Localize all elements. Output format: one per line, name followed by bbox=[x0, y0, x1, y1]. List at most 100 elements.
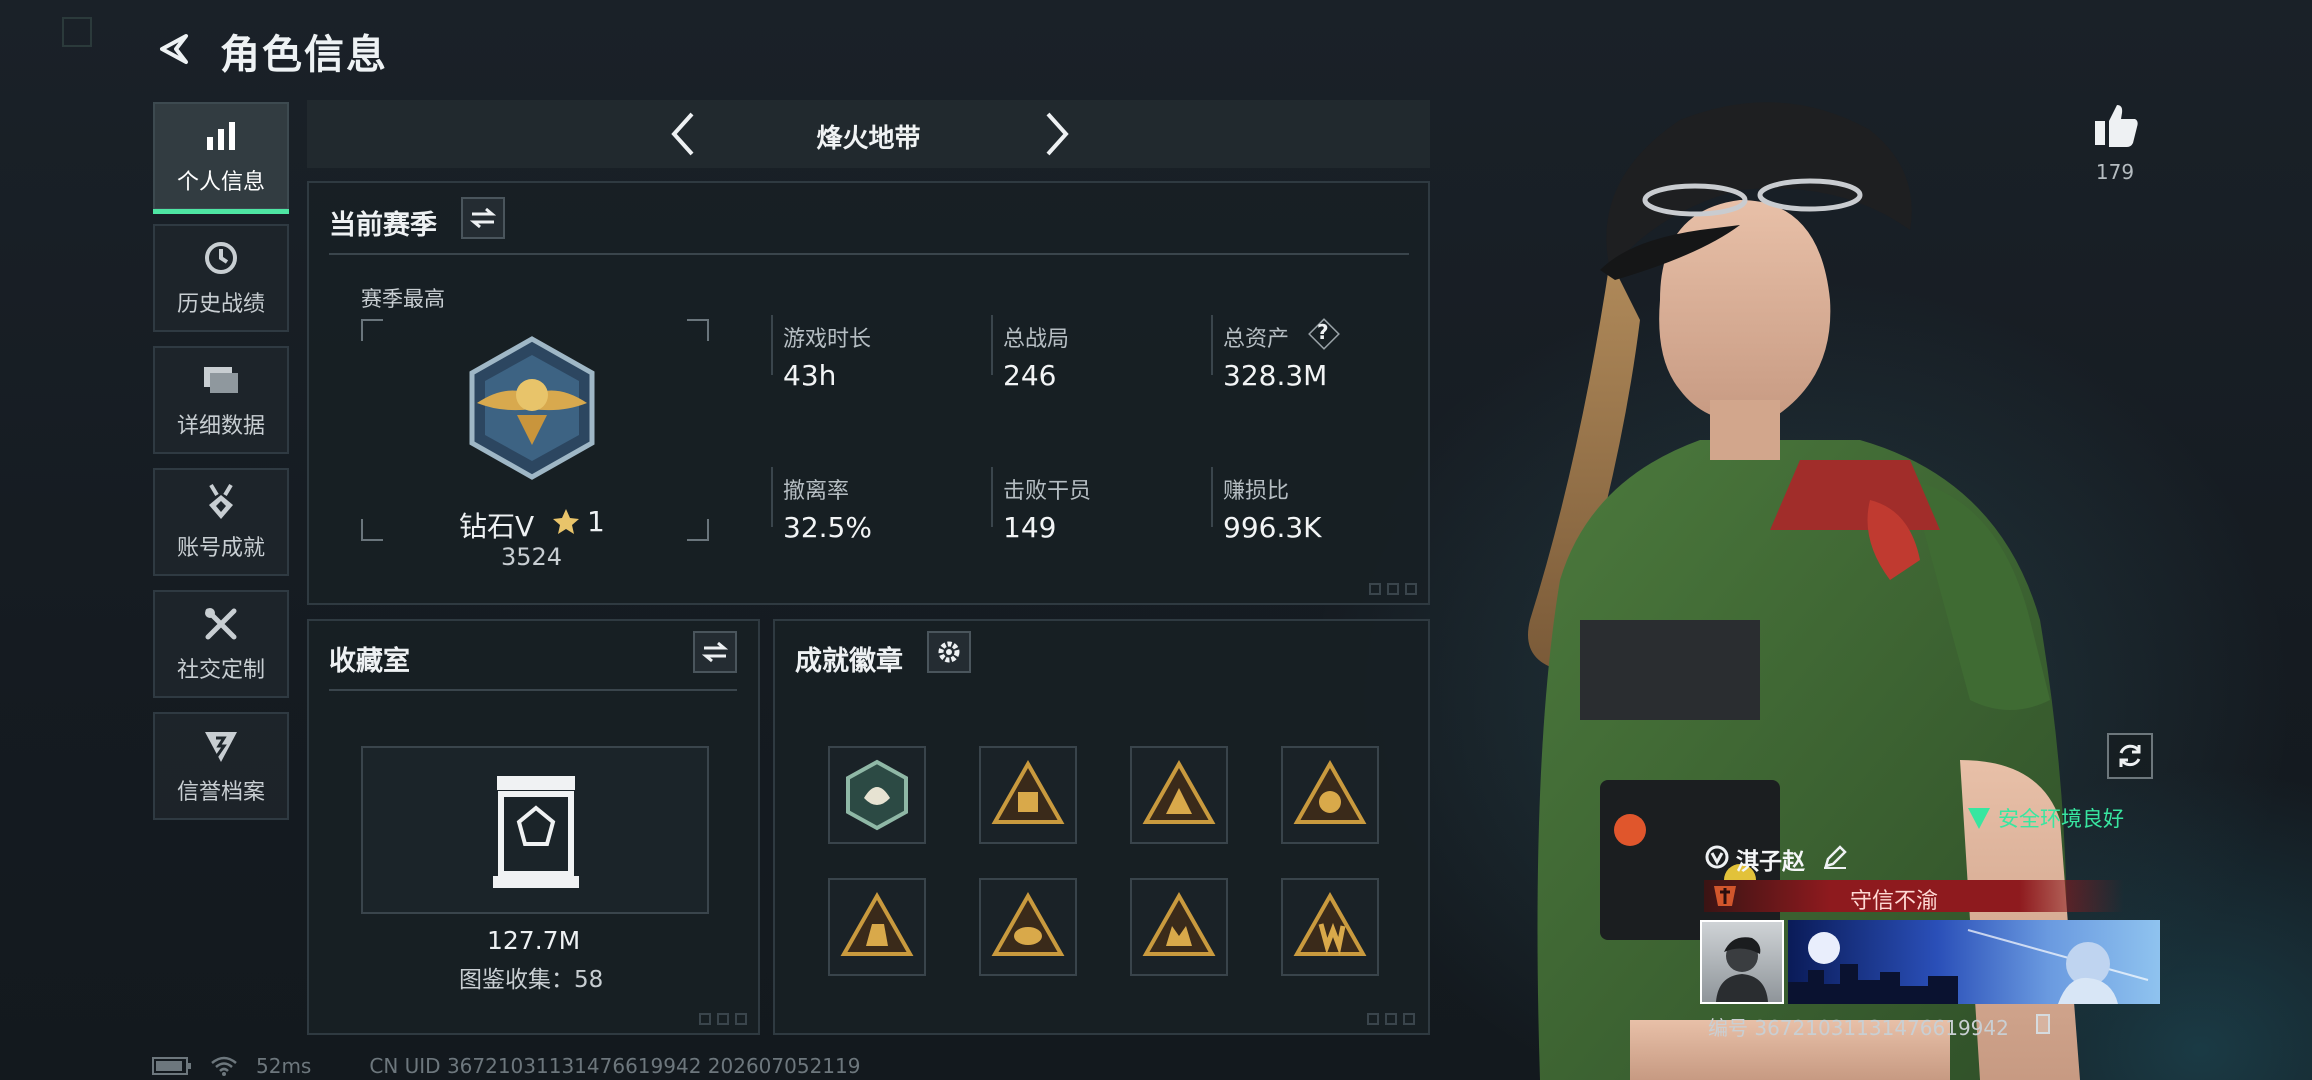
triangle-badge-icon bbox=[840, 891, 914, 956]
sidebar-item-label: 历史战绩 bbox=[176, 292, 265, 317]
season-swap-button[interactable] bbox=[461, 197, 505, 239]
server-uid: CN UID 36721031131476619942 202607052119 bbox=[369, 1054, 861, 1078]
divider bbox=[991, 315, 993, 375]
sidebar-item-label: 个人信息 bbox=[176, 170, 265, 195]
stat-value: 328.3M bbox=[1223, 359, 1328, 392]
divider bbox=[329, 689, 737, 691]
divider bbox=[1211, 467, 1213, 527]
ping-value: 52ms bbox=[256, 1054, 312, 1078]
back-button[interactable] bbox=[152, 26, 198, 72]
divider bbox=[771, 315, 773, 375]
collection-display[interactable] bbox=[361, 746, 709, 914]
wifi-icon bbox=[211, 1056, 237, 1076]
like-button[interactable] bbox=[2086, 96, 2146, 156]
sidebar-item-personal-info[interactable]: 个人信息 bbox=[153, 102, 289, 214]
season-best-label: 赛季最高 bbox=[361, 287, 445, 311]
rank-stars: 1 bbox=[587, 505, 605, 538]
stat-value: 32.5% bbox=[783, 511, 872, 544]
like-count: 179 bbox=[2095, 160, 2135, 184]
season-panel: 当前赛季 赛季最高 钻石V 1 3524 游戏时长 43h 总战局 246 总资… bbox=[307, 181, 1430, 605]
hexagon-badge-icon bbox=[846, 759, 908, 831]
corner-dots bbox=[1367, 1013, 1421, 1025]
edit-icon[interactable] bbox=[1822, 844, 1848, 870]
rotate-icon bbox=[2119, 744, 2141, 767]
triangle-badge-icon bbox=[1142, 891, 1216, 956]
achievement-badge[interactable] bbox=[1130, 878, 1228, 976]
achievement-badge[interactable] bbox=[1130, 746, 1228, 844]
corner-dots bbox=[699, 1013, 753, 1025]
gear-icon bbox=[938, 641, 960, 663]
swap-icon bbox=[470, 207, 496, 229]
frame-corner bbox=[687, 319, 709, 341]
divider bbox=[771, 467, 773, 527]
mode-name: 烽火地带 bbox=[816, 124, 921, 154]
frame-corner bbox=[687, 519, 709, 541]
bar-chart-icon bbox=[201, 116, 241, 156]
divider bbox=[991, 467, 993, 527]
tools-icon bbox=[201, 604, 241, 644]
player-name: 淇子赵 bbox=[1736, 849, 1805, 875]
copy-icon[interactable] bbox=[2036, 1014, 2050, 1034]
rank-emblem bbox=[469, 336, 595, 480]
triangle-badge-icon bbox=[991, 891, 1065, 956]
status-bar: 52ms CN UID 36721031131476619942 2026070… bbox=[152, 1054, 860, 1078]
star-icon bbox=[553, 509, 579, 534]
shield-icon bbox=[201, 726, 241, 766]
sidebar-item-label: 详细数据 bbox=[176, 414, 265, 439]
stat-label: 赚损比 bbox=[1223, 479, 1290, 504]
sidebar-item-label: 信誉档案 bbox=[176, 780, 265, 805]
rank-name: 钻石V bbox=[459, 510, 535, 543]
rotate-model-button[interactable] bbox=[2107, 733, 2153, 779]
triangle-badge-icon bbox=[1293, 759, 1367, 824]
collection-swap-button[interactable] bbox=[693, 631, 737, 673]
achievement-badge[interactable] bbox=[979, 746, 1077, 844]
stat-value: 246 bbox=[1003, 359, 1057, 392]
chevron-right-icon bbox=[1046, 112, 1069, 156]
mode-next-button[interactable] bbox=[1033, 110, 1081, 158]
sidebar-item-history[interactable]: 历史战绩 bbox=[153, 224, 289, 332]
display-case-icon bbox=[493, 776, 579, 888]
collection-count: 图鉴收集：58 bbox=[459, 967, 604, 993]
achievement-badge[interactable] bbox=[828, 746, 926, 844]
back-arrow-icon bbox=[160, 34, 188, 64]
player-id: 编号 36721031131476619942 bbox=[1708, 1016, 2009, 1040]
sidebar-item-social[interactable]: 社交定制 bbox=[153, 590, 289, 698]
achievements-settings-button[interactable] bbox=[927, 631, 971, 673]
clock-icon bbox=[201, 238, 241, 278]
triangle-badge-icon bbox=[991, 759, 1065, 824]
rank-points: 3524 bbox=[501, 543, 563, 571]
player-emblem-icon bbox=[1705, 845, 1729, 869]
achievement-badge[interactable] bbox=[979, 878, 1077, 976]
player-banner[interactable] bbox=[1788, 920, 2160, 1004]
sidebar-item-credit[interactable]: 信誉档案 bbox=[153, 712, 289, 820]
sidebar-item-details[interactable]: 详细数据 bbox=[153, 346, 289, 454]
avatar[interactable] bbox=[1700, 920, 1784, 1004]
stat-label: 游戏时长 bbox=[783, 327, 872, 352]
collection-value: 127.7M bbox=[487, 926, 581, 955]
stat-label: 总资产 bbox=[1223, 327, 1290, 352]
stat-label: 击败干员 bbox=[1003, 479, 1092, 504]
stack-icon bbox=[201, 360, 241, 400]
stat-value: 996.3K bbox=[1223, 511, 1322, 544]
sidebar-item-achievements[interactable]: 账号成就 bbox=[153, 468, 289, 576]
thumbs-up-icon bbox=[2095, 105, 2138, 147]
season-title: 当前赛季 bbox=[329, 210, 437, 241]
triangle-badge-icon bbox=[1142, 759, 1216, 824]
corner-dots bbox=[1369, 583, 1423, 595]
sidebar-item-label: 账号成就 bbox=[176, 536, 265, 561]
achievement-badge[interactable] bbox=[1281, 746, 1379, 844]
divider bbox=[329, 253, 1409, 255]
stat-label: 总战局 bbox=[1003, 327, 1070, 352]
safety-shield-icon bbox=[1968, 808, 1990, 829]
achievement-badge[interactable] bbox=[828, 878, 926, 976]
collection-title: 收藏室 bbox=[329, 646, 410, 677]
page-title: 角色信息 bbox=[220, 32, 388, 78]
battery-icon bbox=[152, 1057, 191, 1075]
help-mark: ? bbox=[1317, 320, 1329, 344]
stat-value: 43h bbox=[783, 359, 837, 392]
divider bbox=[1211, 315, 1213, 375]
achievement-badge[interactable] bbox=[1281, 878, 1379, 976]
mode-selector: 烽火地带 bbox=[307, 100, 1430, 168]
sidebar-item-label: 社交定制 bbox=[176, 658, 265, 683]
player-title: 守信不渝 bbox=[1849, 889, 1938, 914]
